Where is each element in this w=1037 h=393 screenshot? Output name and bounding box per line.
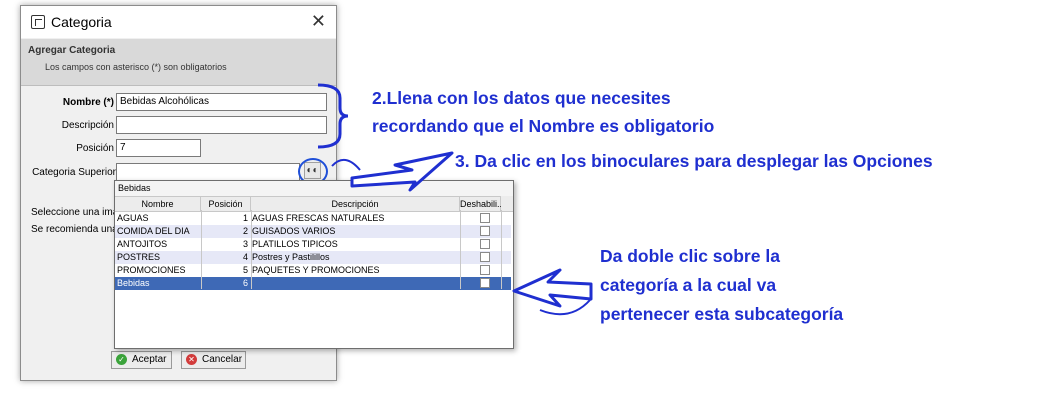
note-step-4-line3: pertenecer esta subcategoría (600, 304, 844, 324)
annotation-arrows (317, 83, 593, 316)
arrow-binoculars (350, 151, 454, 192)
note-step-3: 3. Da clic en los binoculares para despl… (455, 151, 933, 171)
note-step-4-line1: Da doble clic sobre la (600, 246, 780, 266)
note-step-2-line1: 2.Llena con los datos que necesites (372, 88, 671, 108)
arrow-binoculars-tail (331, 159, 361, 171)
arrow-row (512, 268, 593, 308)
note-step-2-line2: recordando que el Nombre es obligatorio (372, 116, 715, 136)
brace-shape (317, 83, 349, 149)
note-step-4-line2: categoría a la cual va (600, 275, 777, 295)
